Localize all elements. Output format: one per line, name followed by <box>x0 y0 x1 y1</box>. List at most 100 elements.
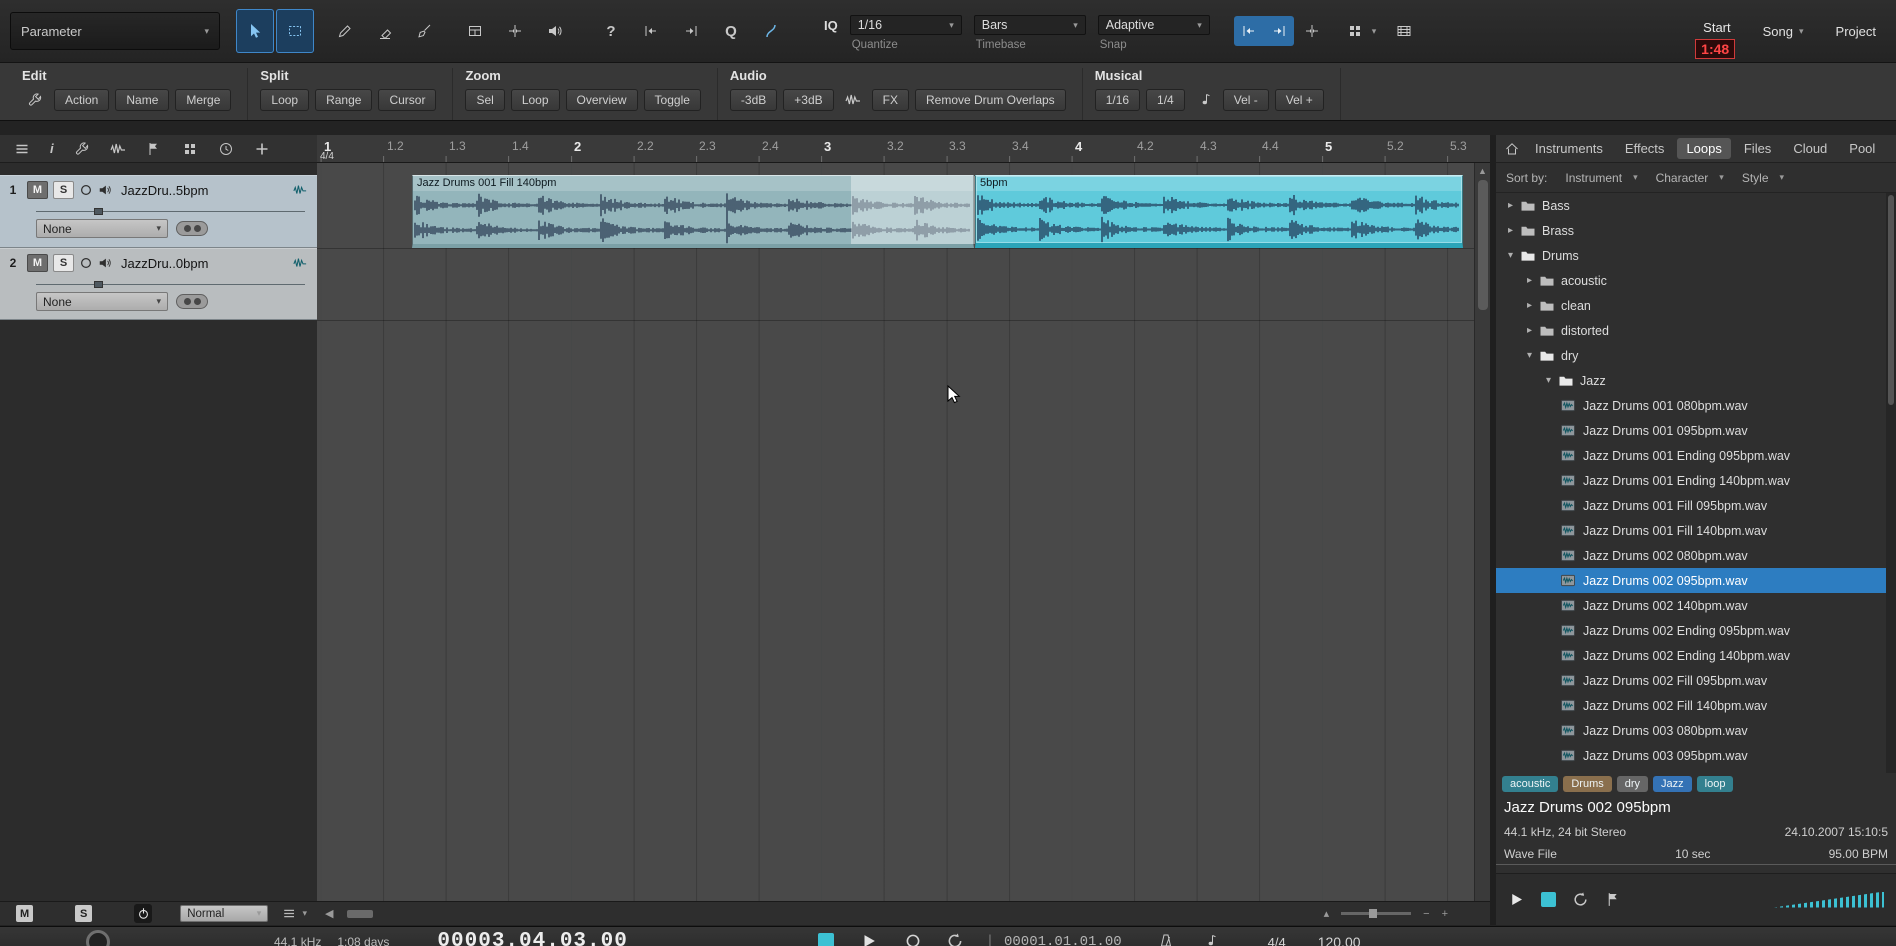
monitor-button[interactable] <box>98 256 112 270</box>
song-page-button[interactable]: Song ▾ <box>1763 24 1804 39</box>
track-tools-icon[interactable] <box>74 141 90 157</box>
quantize-tool-button[interactable]: Q <box>712 9 750 53</box>
listen-tool-button[interactable] <box>536 9 574 53</box>
zoom-in-icon[interactable]: + <box>1442 908 1448 920</box>
paint-tool-button[interactable] <box>406 9 444 53</box>
browser-scrollbar[interactable] <box>1886 193 1896 773</box>
list-icon[interactable] <box>282 906 296 921</box>
audio-clip-jazz-drums-fill[interactable]: Jazz Drums 001 Fill 140bpm <box>412 175 975 248</box>
precount-note-icon[interactable] <box>1202 933 1218 946</box>
scrollbar-thumb[interactable] <box>1888 195 1894 405</box>
vertical-scrollbar[interactable]: ▲ <box>1474 163 1490 901</box>
bend-tool-button[interactable] <box>752 9 790 53</box>
vel-minus-button[interactable]: Vel - <box>1222 89 1269 111</box>
timestretch-tool-button[interactable] <box>456 9 494 53</box>
arrow-tool-button[interactable] <box>236 9 274 53</box>
mute-all-button[interactable]: M <box>16 905 34 922</box>
musical-14-button[interactable]: 1/4 <box>1146 89 1185 111</box>
chevron-right-icon[interactable]: ▸ <box>1523 275 1536 286</box>
tag-chip-acoustic[interactable]: acoustic <box>1502 776 1559 792</box>
range-tool-button[interactable] <box>276 9 314 53</box>
track-volume-slider[interactable] <box>36 207 305 216</box>
name-button[interactable]: Name <box>115 89 170 111</box>
sort-character-select[interactable]: Character ▾ <box>1656 171 1724 185</box>
track-list-icon[interactable] <box>14 141 30 157</box>
record-arm-button[interactable] <box>79 256 93 270</box>
preview-play-button[interactable] <box>1508 891 1525 908</box>
track-mode-select[interactable]: Normal ▾ <box>180 905 269 922</box>
zoom-sel-button[interactable]: Sel <box>465 89 505 111</box>
marker-flag-icon[interactable] <box>146 141 162 157</box>
volume-knob[interactable] <box>94 208 103 215</box>
loop-file-item[interactable]: Jazz Drums 002 Ending 095bpm.wav <box>1496 618 1896 643</box>
split-tool-button[interactable] <box>496 9 534 53</box>
loop-file-item[interactable]: Jazz Drums 001 095bpm.wav <box>1496 418 1896 443</box>
mute-button[interactable]: M <box>27 181 48 199</box>
track-name[interactable]: JazzDru..5bpm <box>121 183 286 198</box>
quantize-select[interactable]: 1/16 ▾ Quantize <box>849 15 962 51</box>
clock-icon[interactable] <box>218 141 234 157</box>
vel-plus-button[interactable]: Vel + <box>1274 89 1324 111</box>
tag-chip-drums[interactable]: Drums <box>1563 776 1612 792</box>
transport-knob-icon[interactable] <box>86 930 110 946</box>
loop-file-item[interactable]: Jazz Drums 002 Fill 095bpm.wav <box>1496 668 1896 693</box>
metronome-icon[interactable] <box>1158 933 1174 946</box>
scrollbar-thumb[interactable] <box>1478 180 1488 310</box>
loop-file-item[interactable]: Jazz Drums 001 Fill 140bpm.wav <box>1496 518 1896 543</box>
meter-display[interactable]: 4/4 <box>1268 930 1286 946</box>
tab-effects[interactable]: Effects <box>1616 138 1674 159</box>
split-loop-button[interactable]: Loop <box>260 89 310 111</box>
note-icon[interactable] <box>1191 89 1217 111</box>
track-header-2[interactable]: 2 M S JazzDru..0bpm None ▾ <box>0 248 317 320</box>
zoom-toggle-button[interactable]: Toggle <box>643 89 701 111</box>
inspector-icon[interactable]: i <box>50 141 54 156</box>
split-cursor-button[interactable]: Cursor <box>378 89 437 111</box>
pencil-tool-button[interactable] <box>326 9 364 53</box>
solo-button[interactable]: S <box>53 181 74 199</box>
tab-instruments[interactable]: Instruments <box>1526 138 1612 159</box>
preview-loop-button[interactable] <box>1572 891 1589 908</box>
parameter-dropdown[interactable]: Parameter ▾ <box>10 12 220 50</box>
loop-file-item[interactable]: Jazz Drums 001 Ending 140bpm.wav <box>1496 468 1896 493</box>
snap-start-button[interactable] <box>1234 16 1264 46</box>
stereo-toggle[interactable] <box>176 221 208 236</box>
monitor-button[interactable] <box>98 183 112 197</box>
video-track-button[interactable] <box>1396 23 1412 39</box>
chevron-down-icon[interactable]: ▾ <box>302 908 307 919</box>
timeline-ruler[interactable]: 1 1.2 1.3 1.4 2 2.2 2.3 2.4 3 3.2 3.3 3.… <box>317 135 1490 163</box>
chevron-down-icon[interactable]: ▾ <box>1504 250 1517 261</box>
chevron-right-icon[interactable]: ▸ <box>1504 200 1517 211</box>
scroll-up-icon[interactable]: ▲ <box>1475 163 1490 176</box>
tab-pool[interactable]: Pool <box>1840 138 1884 159</box>
tree-item-clean[interactable]: ▸ clean <box>1496 293 1896 318</box>
musical-116-button[interactable]: 1/16 <box>1094 89 1141 111</box>
loop-file-item[interactable]: Jazz Drums 003 095bpm.wav <box>1496 743 1896 768</box>
minus3db-button[interactable]: -3dB <box>729 89 778 111</box>
zoom-up-icon[interactable]: ▴ <box>1324 907 1330 920</box>
start-page-button[interactable]: Start 1:48 <box>1695 20 1736 59</box>
loop-button[interactable] <box>946 932 964 946</box>
track-header-1[interactable]: 1 M S JazzDru..5bpm None ▾ <box>0 175 317 248</box>
snap-end-button[interactable] <box>1264 16 1294 46</box>
split-range-button[interactable]: Range <box>315 89 373 111</box>
tab-loops[interactable]: Loops <box>1677 138 1731 159</box>
scroll-left-icon[interactable]: ◀ <box>325 907 333 920</box>
remove-drum-overlaps-button[interactable]: Remove Drum Overlaps <box>914 89 1066 111</box>
preview-autoplay-button[interactable] <box>1605 891 1622 908</box>
automation-wave-icon[interactable] <box>110 141 126 157</box>
nudge-left-button[interactable] <box>632 9 670 53</box>
loop-file-item-selected[interactable]: Jazz Drums 002 095bpm.wav <box>1496 568 1896 593</box>
zoom-out-icon[interactable]: − <box>1423 908 1429 920</box>
solo-button[interactable]: S <box>53 254 74 272</box>
waveform-icon[interactable] <box>840 89 866 111</box>
project-page-button[interactable]: Project <box>1836 24 1876 39</box>
power-button[interactable] <box>134 904 153 923</box>
arrangement-events[interactable]: Jazz Drums 001 Fill 140bpm 5bpm ▲ <box>317 163 1490 901</box>
track-volume-slider[interactable] <box>36 280 305 289</box>
tab-files[interactable]: Files <box>1735 138 1780 159</box>
zoom-slider-thumb[interactable] <box>1369 909 1378 918</box>
tree-item-acoustic[interactable]: ▸ acoustic <box>1496 268 1896 293</box>
chevron-right-icon[interactable]: ▸ <box>1523 325 1536 336</box>
nudge-right-button[interactable] <box>672 9 710 53</box>
add-track-icon[interactable] <box>254 141 270 157</box>
